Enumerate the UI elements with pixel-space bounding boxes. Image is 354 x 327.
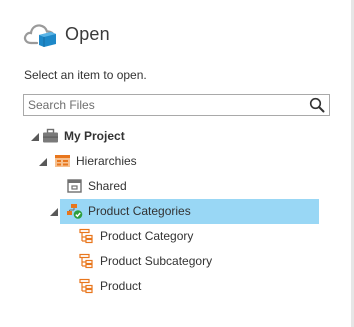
tree-item-label: Product Categories: [88, 204, 191, 218]
collapse-arrow-icon[interactable]: [49, 207, 59, 217]
hierarchy-folder-icon: [55, 155, 70, 167]
search-icon[interactable]: [309, 97, 325, 113]
tree-item-label: Product Subcategory: [100, 254, 213, 268]
open-dialog: Open Select an item to open. My Project: [0, 0, 354, 327]
dialog-title: Open: [65, 23, 110, 44]
instructions-text: Select an item to open.: [24, 68, 147, 82]
dialog-header: Open: [23, 18, 110, 50]
tree-item-label: Product Category: [100, 229, 194, 243]
cloud-folder-icon: [23, 24, 56, 47]
tree-item-label: Hierarchies: [76, 154, 137, 168]
tree-item-product[interactable]: Product: [0, 274, 354, 298]
level-icon: [79, 253, 93, 269]
search-box[interactable]: [23, 94, 330, 116]
shared-folder-icon: [67, 179, 82, 193]
tree-item-shared[interactable]: Shared: [0, 174, 354, 198]
search-input[interactable]: [28, 97, 298, 113]
tree-item-label: My Project: [64, 129, 125, 143]
level-icon: [79, 278, 93, 294]
tree-item-product-categories[interactable]: Product Categories: [0, 199, 354, 223]
tree-item-label: Product: [100, 279, 142, 293]
hierarchy-check-icon: [67, 204, 83, 219]
tree-item-my-project[interactable]: My Project: [0, 124, 354, 148]
collapse-arrow-icon[interactable]: [38, 157, 48, 167]
tree-item-product-category[interactable]: Product Category: [0, 224, 354, 248]
tree-item-product-subcategory[interactable]: Product Subcategory: [0, 249, 354, 273]
tree-item-hierarchies[interactable]: Hierarchies: [0, 149, 354, 173]
briefcase-icon: [43, 128, 58, 143]
tree-item-label: Shared: [88, 179, 127, 193]
collapse-arrow-icon[interactable]: [30, 132, 40, 142]
level-icon: [79, 228, 93, 244]
